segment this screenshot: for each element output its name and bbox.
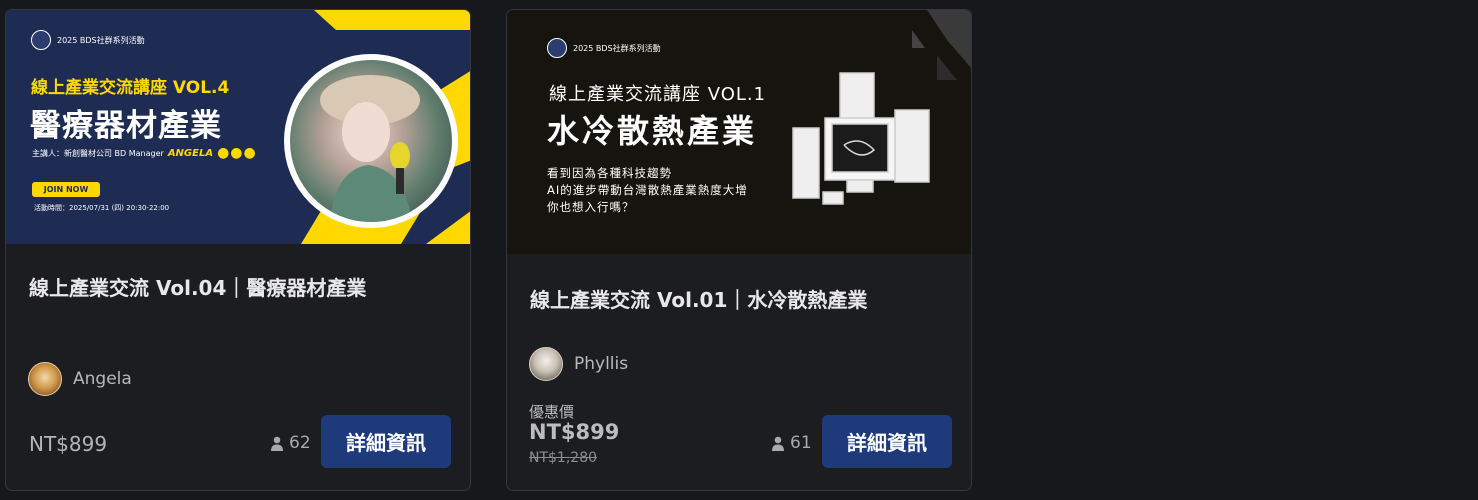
banner-series: 線上產業交流講座 VOL.4 bbox=[31, 78, 230, 98]
event-title[interactable]: 線上產業交流 Vol.01｜水冷散熱產業 bbox=[530, 284, 867, 313]
sale-price: NT$899 bbox=[529, 420, 620, 444]
banner-badge: 2025 BDS社群系列活動 bbox=[547, 38, 661, 58]
author[interactable]: Phyllis bbox=[529, 347, 628, 381]
bds-logo-icon bbox=[547, 38, 567, 58]
banner-time: 活動時間：2025/07/31 (四) 20:30-22:00 bbox=[34, 204, 170, 212]
sale-label: 優惠價 bbox=[529, 403, 575, 421]
attendee-count: 61 bbox=[772, 433, 812, 453]
banner-title: 醫療器材產業 bbox=[30, 108, 222, 144]
avatar bbox=[529, 347, 563, 381]
banner-description: 看到因為各種科技趨勢 AI的進步帶動台灣散熱產業熱度大增 你也想入行嗎？ bbox=[547, 166, 748, 214]
author[interactable]: Angela bbox=[28, 362, 132, 396]
speaker-photo bbox=[290, 60, 452, 222]
bds-logo-icon bbox=[31, 30, 51, 50]
event-banner-image[interactable]: 2025 BDS社群系列活動 線上產業交流講座 VOL.4 醫療器材產業 主講人… bbox=[6, 10, 470, 244]
speaker-illustration bbox=[320, 75, 420, 222]
price: NT$899 bbox=[29, 432, 108, 456]
details-button[interactable]: 詳細資訊 bbox=[822, 415, 952, 468]
person-icon bbox=[271, 436, 283, 451]
event-card[interactable]: 2025 BDS社群系列活動 線上產業交流講座 VOL.1 水冷散熱產業 看到因… bbox=[506, 9, 972, 491]
details-button[interactable]: 詳細資訊 bbox=[321, 415, 451, 468]
author-name: Phyllis bbox=[574, 354, 629, 374]
banner-badge: 2025 BDS社群系列活動 bbox=[31, 30, 145, 50]
attendee-count: 62 bbox=[271, 433, 311, 453]
original-price: NT$1,280 bbox=[529, 450, 598, 466]
banner-series: 線上產業交流講座 VOL.1 bbox=[549, 84, 767, 105]
person-icon bbox=[772, 436, 784, 451]
banner-title: 水冷散熱產業 bbox=[547, 112, 758, 150]
banner-join-badge: JOIN NOW bbox=[32, 182, 100, 197]
event-banner-image[interactable]: 2025 BDS社群系列活動 線上產業交流講座 VOL.1 水冷散熱產業 看到因… bbox=[507, 10, 971, 254]
event-card[interactable]: 2025 BDS社群系列活動 線上產業交流講座 VOL.4 醫療器材產業 主講人… bbox=[5, 9, 471, 491]
banner-host: 主講人：新創醫材公司 BD Manager ANGELA ●●● bbox=[32, 145, 257, 161]
avatar bbox=[28, 362, 62, 396]
event-title[interactable]: 線上產業交流 Vol.04｜醫療器材產業 bbox=[29, 272, 366, 301]
author-name: Angela bbox=[73, 369, 132, 389]
